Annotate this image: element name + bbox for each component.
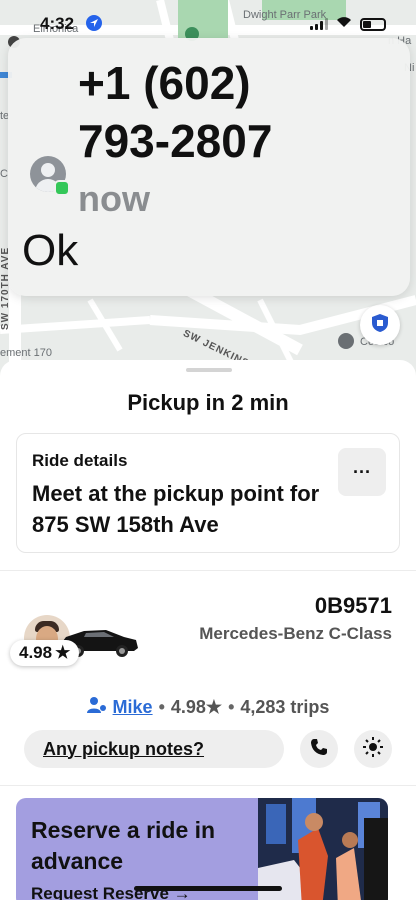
divider [0,570,416,571]
signal-icon [310,18,328,30]
notification-sender-line2: 793-2807 [78,115,273,167]
shield-icon [371,313,389,338]
sun-icon [363,736,383,762]
promo-title: Reserve a ride in advance [31,817,216,874]
call-driver-button[interactable] [300,730,338,768]
status-time: 4:32 [40,14,75,33]
vehicle-rating-badge: 4.98 ★ [10,640,80,666]
messages-app-icon [54,180,70,196]
more-options-button[interactable]: ··· [338,448,386,496]
status-bar: 4:32 [0,0,416,44]
costco-pin-icon [338,333,354,349]
location-arrow-icon [86,15,102,31]
map-label-element-170: ement 170 [0,347,52,359]
sheet-grabber[interactable] [186,368,232,372]
wifi-icon [336,15,352,33]
pickup-notes-label: Any pickup notes? [43,738,205,759]
safety-shield-button[interactable] [360,305,400,345]
battery-icon [360,17,386,31]
license-plate: 0B9571 [314,593,392,618]
driver-rating: 4.98★ [170,697,223,717]
separator: • [228,697,235,717]
promo-illustration [258,798,388,900]
trip-bottom-sheet: Pickup in 2 min Ride details Meet at the… [0,360,416,900]
driver-trips: 4,283 trips [240,697,330,717]
notification-message: Ok [22,226,79,275]
ride-details-label: Ride details [32,451,128,470]
car-model: Mercedes-Benz C-Class [199,624,392,643]
separator: • [158,697,165,717]
beacon-button[interactable] [354,730,392,768]
star-icon: ★ [55,643,71,662]
pickup-eta-title: Pickup in 2 min [127,390,289,415]
divider [0,785,416,786]
notification-time: now [78,178,150,219]
ride-details-text: Meet at the pickup point for 875 SW 158t… [32,481,320,537]
home-indicator [134,886,282,891]
pickup-notes-button[interactable]: Any pickup notes? [24,730,284,768]
vehicle-rating-value: 4.98 [19,643,53,662]
ride-details-card[interactable]: Ride details Meet at the pickup point fo… [16,433,400,553]
driver-profile-icon [86,696,107,719]
notification-sender-line1: +1 (602) [78,57,251,109]
map-label-edge-c: C [0,168,8,180]
message-notification[interactable]: +1 (602) 793-2807 now Ok [8,38,410,296]
phone-icon [310,738,328,761]
status-icons [310,15,386,33]
reserve-promo-card[interactable]: Reserve a ride in advance Request Reserv… [16,798,388,900]
driver-name-link[interactable]: Mike [113,697,153,718]
driver-info-line: Mike • 4.98★ • 4,283 trips [0,696,416,719]
